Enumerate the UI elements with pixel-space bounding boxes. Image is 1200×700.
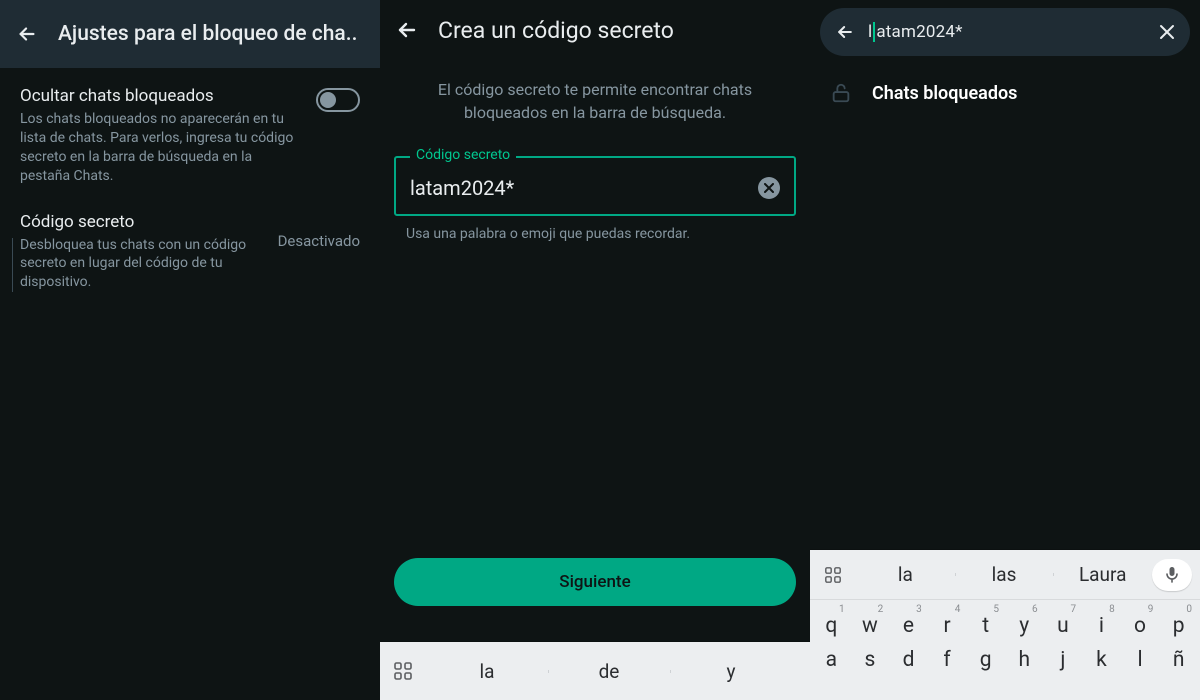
key-o[interactable]: 9o (1121, 604, 1160, 638)
keyboard-panel3: la las Laura 1q2w3e4r5t6y7u8i9o0p asdfgh… (810, 550, 1200, 700)
secret-code-status: Desactivado (278, 232, 360, 250)
settings-title: Ajustes para el bloqueo de cha.. (58, 22, 357, 46)
key-j[interactable]: j (1044, 642, 1083, 672)
next-button[interactable]: Siguiente (394, 558, 796, 606)
key-g[interactable]: g (966, 642, 1005, 672)
suggestion[interactable]: la (426, 660, 548, 683)
secret-code-input[interactable] (410, 176, 748, 200)
key-u[interactable]: 7u (1044, 604, 1083, 638)
suggestion[interactable]: y (670, 660, 792, 683)
clear-input-icon[interactable] (758, 177, 780, 199)
keyboard-apps-icon[interactable] (380, 661, 426, 681)
key-p[interactable]: 0p (1159, 604, 1198, 638)
keyboard-row-1: 1q2w3e4r5t6y7u8i9o0p (810, 600, 1200, 638)
field-legend: Código secreto (410, 147, 516, 163)
key-d[interactable]: d (889, 642, 928, 672)
back-icon[interactable] (832, 19, 858, 45)
key-t[interactable]: 5t (966, 604, 1005, 638)
hide-locked-section[interactable]: Ocultar chats bloqueados Los chats bloqu… (0, 68, 380, 186)
key-i[interactable]: 8i (1082, 604, 1121, 638)
hide-locked-toggle[interactable] (316, 88, 360, 112)
suggestion[interactable]: de (548, 660, 670, 683)
search-bar[interactable]: latam2024* (820, 8, 1190, 56)
key-y[interactable]: 6y (1005, 604, 1044, 638)
search-result-title: Chats bloqueados (872, 83, 1017, 104)
unlocked-icon (828, 80, 854, 106)
suggestion[interactable]: Laura (1053, 563, 1152, 586)
key-l[interactable]: l (1121, 642, 1160, 672)
settings-header: Ajustes para el bloqueo de cha.. (0, 0, 380, 68)
key-a[interactable]: a (812, 642, 851, 672)
key-e[interactable]: 3e (889, 604, 928, 638)
search-query[interactable]: latam2024* (868, 22, 1156, 43)
key-r[interactable]: 4r (928, 604, 967, 638)
secret-code-section[interactable]: Código secreto Desbloquea tus chats con … (0, 186, 380, 293)
hide-locked-desc: Los chats bloqueados no aparecerán en tu… (20, 110, 302, 186)
mic-icon[interactable] (1152, 559, 1192, 591)
keyboard-panel2: la de y (380, 642, 810, 700)
back-icon[interactable] (10, 17, 44, 51)
create-code-intro: El código secreto te permite encontrar c… (380, 60, 810, 124)
key-f[interactable]: f (928, 642, 967, 672)
key-q[interactable]: 1q (812, 604, 851, 638)
key-ñ[interactable]: ñ (1159, 642, 1198, 672)
suggestion[interactable]: las (955, 563, 1054, 586)
field-hint: Usa una palabra o emoji que puedas recor… (406, 226, 810, 242)
next-button-label: Siguiente (559, 572, 630, 592)
hide-locked-label: Ocultar chats bloqueados (20, 86, 302, 106)
secret-code-field[interactable]: Código secreto (394, 156, 796, 216)
section-indicator (12, 238, 13, 292)
key-k[interactable]: k (1082, 642, 1121, 672)
key-s[interactable]: s (851, 642, 890, 672)
search-result-locked-chats[interactable]: Chats bloqueados (810, 56, 1200, 106)
secret-code-label: Código secreto (20, 212, 264, 232)
keyboard-apps-icon[interactable] (810, 566, 856, 584)
clear-search-icon[interactable] (1156, 21, 1178, 43)
secret-code-desc: Desbloquea tus chats con un código secre… (20, 236, 264, 293)
key-h[interactable]: h (1005, 642, 1044, 672)
settings-panel: Ajustes para el bloqueo de cha.. Ocultar… (0, 0, 380, 700)
create-code-header: Crea un código secreto (380, 0, 810, 60)
key-w[interactable]: 2w (851, 604, 890, 638)
suggestion[interactable]: la (856, 563, 955, 586)
create-code-title: Crea un código secreto (438, 17, 674, 44)
create-code-panel: Crea un código secreto El código secreto… (380, 0, 810, 700)
keyboard-row-2: asdfghjklñ (810, 638, 1200, 672)
back-icon[interactable] (390, 13, 424, 47)
